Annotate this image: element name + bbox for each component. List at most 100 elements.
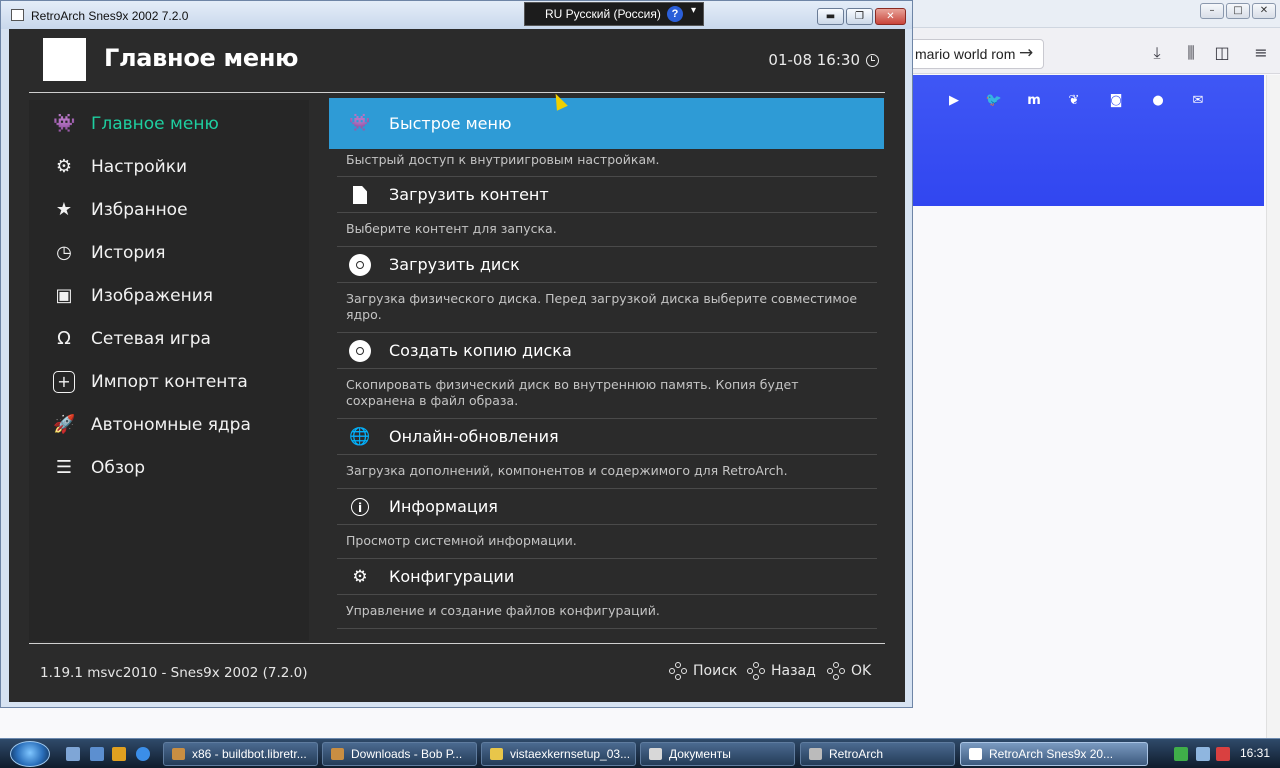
sidebar-item-images[interactable]: ▣ Изображения bbox=[29, 276, 289, 316]
taskbar-item-label: vistaexkernsetup_03... bbox=[510, 747, 631, 761]
history-icon: ◷ bbox=[56, 242, 72, 263]
mastodon-icon[interactable]: m bbox=[1024, 92, 1044, 110]
rocket-icon: 🚀 bbox=[53, 414, 76, 435]
download-icon[interactable]: ⤓ bbox=[1146, 42, 1168, 64]
search-label: Поиск bbox=[693, 663, 738, 679]
sidebar-item-label: Импорт контента bbox=[91, 372, 248, 392]
taskbar-clock[interactable]: 16:31 bbox=[1240, 746, 1270, 760]
display-icon[interactable] bbox=[1196, 747, 1210, 761]
maximize-button[interactable]: ❐ bbox=[846, 8, 873, 25]
back-button[interactable]: Назад bbox=[747, 662, 816, 680]
taskbar-item[interactable]: RetroArch bbox=[800, 742, 955, 766]
headset-icon: Ω bbox=[57, 328, 71, 349]
menu-entry-description: Скопировать физический диск во внутренню… bbox=[346, 377, 799, 408]
divider bbox=[337, 594, 877, 595]
plus-icon: + bbox=[53, 371, 75, 393]
disc-icon bbox=[349, 254, 371, 276]
menu-entry-row[interactable]: ◐ bbox=[337, 629, 877, 641]
menu-header: Главное меню 01-08 16:30 bbox=[9, 29, 905, 93]
browser-minimize-button[interactable]: – bbox=[1200, 3, 1224, 19]
sidebar-item-label: Избранное bbox=[91, 200, 188, 220]
firefox-icon bbox=[172, 748, 185, 760]
youtube-icon[interactable]: ▶ bbox=[944, 92, 964, 110]
sidebar-item-standalone-cores[interactable]: 🚀 Автономные ядра bbox=[29, 405, 289, 445]
ok-label: OK bbox=[851, 663, 872, 679]
sidebar-item-netplay[interactable]: Ω Сетевая игра bbox=[29, 319, 289, 359]
sidebar-item-settings[interactable]: ⚙ Настройки bbox=[29, 147, 289, 187]
sidebar-item-label: Изображения bbox=[91, 286, 214, 306]
minimize-button[interactable]: ▬ bbox=[817, 8, 844, 25]
taskbar-item-label: x86 - buildbot.libretr... bbox=[192, 747, 307, 761]
content-thumbnail bbox=[43, 38, 86, 81]
github-icon[interactable]: ● bbox=[1148, 92, 1168, 110]
menu-entry-row[interactable]: i Информация bbox=[337, 489, 877, 525]
hamburger-menu-icon[interactable]: ≡ bbox=[1250, 42, 1272, 64]
window-controls: ▬ ❐ ✕ bbox=[817, 8, 906, 25]
system-tray: 16:31 bbox=[1150, 739, 1280, 768]
browser-close-button[interactable]: ✕ bbox=[1252, 3, 1276, 19]
sidebar-item-main-menu[interactable]: 👾 Главное меню bbox=[29, 104, 289, 144]
retroarch-window: RetroArch Snes9x 2002 7.2.0 ▬ ❐ ✕ Главно… bbox=[0, 0, 913, 708]
language-bar[interactable]: RU Русский (Россия) ? ▾ bbox=[524, 2, 704, 26]
taskbar-item[interactable]: vistaexkernsetup_03... bbox=[481, 742, 636, 766]
clock-icon bbox=[866, 53, 879, 67]
header-clock: 01-08 16:30 bbox=[768, 51, 879, 69]
sidebar-item-history[interactable]: ◷ История bbox=[29, 233, 289, 273]
disc-icon bbox=[349, 340, 371, 362]
firefox-icon bbox=[331, 748, 344, 760]
langbar-options-icon[interactable]: ▾ bbox=[691, 5, 696, 16]
network-icon[interactable] bbox=[1174, 747, 1188, 761]
divider bbox=[337, 282, 877, 283]
help-icon: ◐ bbox=[349, 636, 371, 641]
discord-icon[interactable]: ◙ bbox=[1106, 92, 1126, 110]
bluesky-icon[interactable]: ❦ bbox=[1064, 92, 1084, 110]
taskbar-item[interactable]: x86 - buildbot.libretr... bbox=[163, 742, 318, 766]
taskbar-item[interactable]: Документы bbox=[640, 742, 795, 766]
retroarch-titlebar[interactable]: RetroArch Snes9x 2002 7.2.0 ▬ ❐ ✕ bbox=[1, 1, 912, 29]
help-icon[interactable]: ? bbox=[667, 6, 683, 22]
sidebar-item-label: История bbox=[91, 243, 166, 263]
menu-entry-row[interactable]: 🌐 Онлайн-обновления bbox=[337, 419, 877, 455]
menu-entry-row[interactable]: 👾 Быстрое меню bbox=[329, 98, 884, 149]
start-button[interactable] bbox=[10, 741, 50, 767]
menu-entry-description: Управление и создание файлов конфигураци… bbox=[346, 603, 660, 618]
library-icon[interactable]: ⫼ bbox=[1180, 42, 1202, 64]
show-desktop-icon[interactable] bbox=[66, 747, 80, 761]
volume-muted-icon[interactable] bbox=[1216, 747, 1230, 761]
taskbar-item-active[interactable]: RetroArch Snes9x 20... bbox=[960, 742, 1148, 766]
menu-entry-row[interactable]: Загрузить диск bbox=[337, 247, 877, 283]
media-player-icon[interactable] bbox=[112, 747, 126, 761]
menu-entry-row[interactable]: Загрузить контент bbox=[337, 177, 877, 213]
menu-entry-description: Быстрый доступ к внутриигровым настройка… bbox=[346, 152, 660, 167]
menu-entry-row[interactable]: Создать копию диска bbox=[337, 333, 877, 369]
language-label: RU Русский (Россия) bbox=[545, 7, 661, 21]
sidebar-item-label: Обзор bbox=[91, 458, 146, 478]
internet-explorer-icon[interactable] bbox=[136, 747, 150, 761]
folder-icon bbox=[490, 748, 503, 760]
search-button[interactable]: Поиск bbox=[669, 662, 737, 680]
sidebar-toggle-icon[interactable]: ◫ bbox=[1211, 42, 1233, 64]
switch-windows-icon[interactable] bbox=[90, 747, 104, 761]
twitter-icon[interactable]: 🐦 bbox=[984, 92, 1004, 110]
menu-entry-label: Конфигурации bbox=[389, 567, 515, 586]
sidebar-item-favorites[interactable]: ★ Избранное bbox=[29, 190, 289, 230]
browser-maximize-button[interactable]: □ bbox=[1226, 3, 1250, 19]
menu-footer: 1.19.1 msvc2010 - Snes9x 2002 (7.2.0) По… bbox=[9, 644, 905, 702]
sidebar-item-label: Сетевая игра bbox=[91, 329, 211, 349]
go-arrow-icon[interactable]: → bbox=[1019, 43, 1033, 63]
back-label: Назад bbox=[771, 663, 816, 679]
taskbar-item[interactable]: Downloads - Bob P... bbox=[322, 742, 477, 766]
close-button[interactable]: ✕ bbox=[875, 8, 906, 25]
browser-scrollbar[interactable] bbox=[1266, 75, 1280, 738]
ok-button[interactable]: OK bbox=[827, 662, 871, 680]
sidebar-item-import-content[interactable]: + Импорт контента bbox=[29, 362, 289, 402]
mail-icon[interactable]: ✉ bbox=[1188, 92, 1208, 110]
sidebar-item-explore[interactable]: ☰ Обзор bbox=[29, 448, 289, 488]
window-title: RetroArch Snes9x 2002 7.2.0 bbox=[31, 9, 189, 23]
gamepad-buttons-icon bbox=[669, 662, 687, 680]
gears-icon: ⚙ bbox=[352, 567, 368, 587]
menu-entry-row[interactable]: ⚙ Конфигурации bbox=[337, 559, 877, 595]
divider bbox=[337, 368, 877, 369]
menu-entry-label: Создать копию диска bbox=[389, 341, 572, 360]
menu-entry-label: Загрузить контент bbox=[389, 185, 549, 204]
